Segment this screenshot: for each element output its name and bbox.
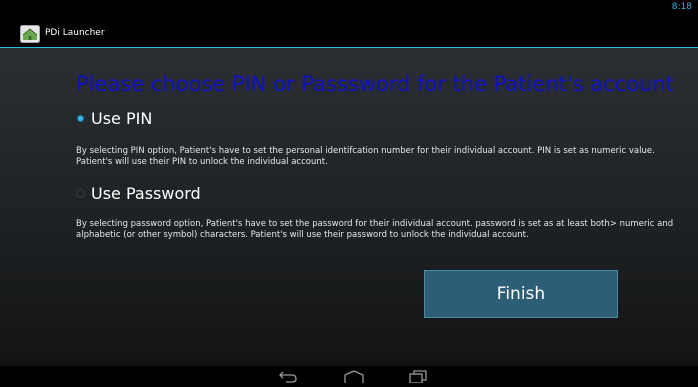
- home-icon[interactable]: [342, 368, 366, 383]
- use-pin-option[interactable]: Use PIN: [76, 109, 152, 128]
- pin-radio-selected-icon[interactable]: [76, 114, 85, 123]
- status-bar: 8:18: [0, 0, 698, 18]
- use-pin-label: Use PIN: [91, 109, 153, 128]
- password-description: By selecting password option, Patient's …: [76, 219, 674, 240]
- password-radio-unselected-icon[interactable]: [76, 189, 85, 198]
- app-launcher-icon[interactable]: [20, 25, 40, 43]
- recents-icon[interactable]: [406, 368, 430, 384]
- use-password-label: Use Password: [91, 184, 201, 203]
- app-title: PDi Launcher: [45, 28, 105, 38]
- finish-button[interactable]: Finish: [424, 270, 618, 318]
- action-bar: PDi Launcher: [0, 18, 698, 48]
- page-heading: Please choose PIN or Passsword for the P…: [76, 72, 674, 96]
- use-password-option[interactable]: Use Password: [76, 184, 201, 203]
- main-content: Please choose PIN or Passsword for the P…: [0, 48, 698, 366]
- back-icon[interactable]: [276, 368, 300, 383]
- navigation-bar: [0, 366, 698, 384]
- pin-description: By selecting PIN option, Patient's have …: [76, 146, 655, 167]
- status-clock: 8:18: [671, 2, 692, 12]
